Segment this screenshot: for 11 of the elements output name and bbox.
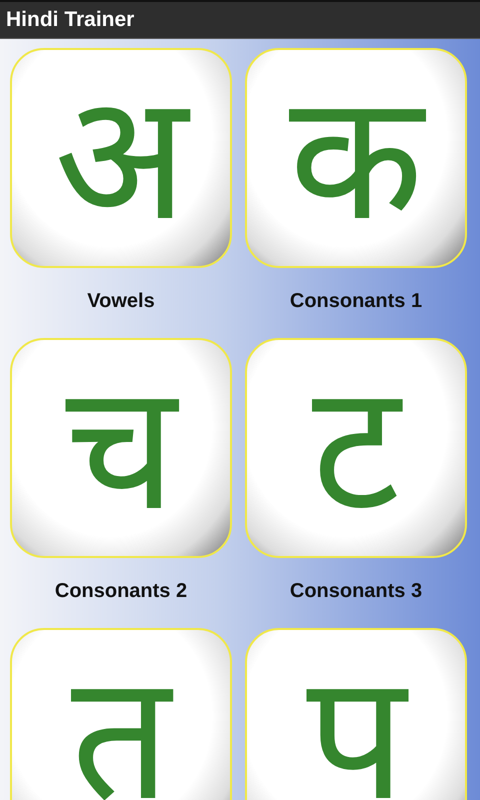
lesson-label: Consonants 3: [290, 580, 422, 603]
lesson-label: Vowels: [87, 290, 155, 313]
lesson-tile[interactable]: अ: [10, 48, 232, 268]
lesson-tile[interactable]: ट: [245, 338, 467, 558]
lesson-tile[interactable]: क: [245, 48, 467, 268]
lesson-tile[interactable]: च: [10, 338, 232, 558]
lesson-tile[interactable]: प: [245, 628, 467, 800]
lesson-label: Consonants 2: [54, 580, 188, 603]
lesson-tile[interactable]: त: [10, 628, 232, 800]
app-title: Hindi Trainer: [6, 8, 134, 32]
lesson-label: Consonants 1: [290, 290, 422, 313]
